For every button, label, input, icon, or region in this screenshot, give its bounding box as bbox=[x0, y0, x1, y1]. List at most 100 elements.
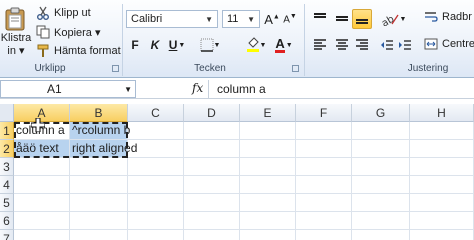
empty-cell[interactable] bbox=[184, 212, 240, 230]
empty-cell[interactable] bbox=[352, 122, 410, 140]
empty-cell[interactable] bbox=[240, 230, 296, 240]
empty-cell[interactable] bbox=[240, 122, 296, 140]
column-header-b[interactable]: B bbox=[70, 104, 128, 122]
underline-button[interactable]: U ▼ bbox=[166, 36, 188, 54]
empty-cell[interactable] bbox=[296, 158, 352, 176]
empty-cell[interactable] bbox=[70, 176, 128, 194]
empty-cell[interactable] bbox=[296, 122, 352, 140]
cell-b2[interactable]: right aligned bbox=[70, 140, 137, 158]
column-header-f[interactable]: F bbox=[296, 104, 352, 122]
wrap-text-button[interactable]: Radbr bbox=[424, 11, 472, 23]
empty-cell[interactable] bbox=[184, 176, 240, 194]
empty-cell[interactable] bbox=[184, 230, 240, 240]
row-header-2[interactable]: 2 bbox=[0, 140, 14, 158]
font-size-combo[interactable]: 11 ▼ bbox=[222, 10, 260, 28]
empty-cell[interactable] bbox=[14, 176, 70, 194]
fill-color-button[interactable]: ▼ bbox=[244, 36, 268, 54]
empty-cell[interactable] bbox=[184, 158, 240, 176]
empty-cell[interactable] bbox=[296, 140, 352, 158]
empty-cell[interactable] bbox=[70, 230, 128, 240]
select-all-corner[interactable] bbox=[0, 104, 14, 122]
empty-cell[interactable] bbox=[296, 194, 352, 212]
empty-cell[interactable] bbox=[14, 158, 70, 176]
row-header-3[interactable]: 3 bbox=[0, 158, 14, 176]
row-header-1[interactable]: 1 bbox=[0, 122, 14, 140]
empty-cell[interactable] bbox=[352, 194, 410, 212]
empty-cell[interactable] bbox=[14, 230, 70, 240]
format-painter-button[interactable]: Hämta format bbox=[36, 44, 121, 58]
column-header-h[interactable]: H bbox=[410, 104, 474, 122]
empty-cell[interactable] bbox=[14, 194, 70, 212]
row-header-6[interactable]: 6 bbox=[0, 212, 14, 230]
empty-cell[interactable] bbox=[128, 176, 184, 194]
column-header-d[interactable]: D bbox=[184, 104, 240, 122]
empty-cell[interactable] bbox=[128, 122, 184, 140]
empty-cell[interactable] bbox=[352, 230, 410, 240]
orientation-button[interactable]: ab ▼ bbox=[378, 10, 408, 28]
empty-cell[interactable] bbox=[296, 176, 352, 194]
empty-cell[interactable] bbox=[410, 230, 474, 240]
align-right-button[interactable] bbox=[352, 36, 372, 54]
row-header-5[interactable]: 5 bbox=[0, 194, 14, 212]
empty-cell[interactable] bbox=[410, 140, 474, 158]
empty-cell[interactable] bbox=[240, 158, 296, 176]
insert-function-icon[interactable]: fx bbox=[192, 81, 203, 95]
font-color-button[interactable]: A ▼ bbox=[272, 36, 296, 54]
empty-cell[interactable] bbox=[240, 140, 296, 158]
empty-cell[interactable] bbox=[14, 212, 70, 230]
align-top-button[interactable] bbox=[310, 10, 330, 28]
empty-cell[interactable] bbox=[128, 140, 184, 158]
empty-cell[interactable] bbox=[128, 194, 184, 212]
align-bottom-button[interactable] bbox=[352, 9, 372, 29]
italic-button[interactable]: K bbox=[148, 36, 162, 54]
empty-cell[interactable] bbox=[410, 176, 474, 194]
align-left-button[interactable] bbox=[310, 36, 330, 54]
font-dialog-launcher[interactable] bbox=[292, 65, 299, 72]
align-center-button[interactable] bbox=[332, 36, 352, 54]
row-header-7[interactable]: 7 bbox=[0, 230, 14, 240]
empty-cell[interactable] bbox=[240, 212, 296, 230]
column-header-g[interactable]: G bbox=[352, 104, 410, 122]
empty-cell[interactable] bbox=[352, 212, 410, 230]
grow-font-button[interactable]: A▲ bbox=[264, 10, 280, 28]
font-name-combo[interactable]: Calibri ▼ bbox=[126, 10, 218, 28]
empty-cell[interactable] bbox=[70, 212, 128, 230]
empty-cell[interactable] bbox=[184, 140, 240, 158]
cell-b1[interactable]: ^rcolumn b bbox=[70, 122, 130, 140]
empty-cell[interactable] bbox=[352, 140, 410, 158]
align-middle-button[interactable] bbox=[332, 10, 352, 28]
merge-center-button[interactable]: Centre bbox=[424, 38, 474, 50]
empty-cell[interactable] bbox=[240, 176, 296, 194]
empty-cell[interactable] bbox=[70, 194, 128, 212]
clipboard-dialog-launcher[interactable] bbox=[112, 65, 119, 72]
empty-cell[interactable] bbox=[296, 230, 352, 240]
empty-cell[interactable] bbox=[410, 194, 474, 212]
bold-button[interactable]: F bbox=[128, 36, 142, 54]
empty-cell[interactable] bbox=[352, 158, 410, 176]
name-box[interactable]: A1 ▼ bbox=[0, 80, 136, 98]
column-header-e[interactable]: E bbox=[240, 104, 296, 122]
cell-a2[interactable]: åäö text bbox=[14, 140, 70, 158]
empty-cell[interactable] bbox=[184, 122, 240, 140]
formula-input[interactable]: column a bbox=[208, 80, 474, 98]
empty-cell[interactable] bbox=[410, 158, 474, 176]
empty-cell[interactable] bbox=[410, 212, 474, 230]
column-header-c[interactable]: C bbox=[128, 104, 184, 122]
increase-indent-button[interactable] bbox=[396, 36, 414, 54]
empty-cell[interactable] bbox=[70, 158, 128, 176]
empty-cell[interactable] bbox=[410, 122, 474, 140]
empty-cell[interactable] bbox=[128, 230, 184, 240]
empty-cell[interactable] bbox=[352, 176, 410, 194]
empty-cell[interactable] bbox=[240, 194, 296, 212]
borders-button[interactable]: ▼ bbox=[196, 36, 224, 54]
empty-cell[interactable] bbox=[128, 212, 184, 230]
empty-cell[interactable] bbox=[128, 158, 184, 176]
row-header-4[interactable]: 4 bbox=[0, 176, 14, 194]
copy-button[interactable]: Kopiera ▾ bbox=[36, 25, 101, 39]
decrease-indent-button[interactable] bbox=[378, 36, 396, 54]
shrink-font-button[interactable]: A▼ bbox=[282, 10, 298, 28]
cut-button[interactable]: Klipp ut bbox=[36, 6, 91, 20]
empty-cell[interactable] bbox=[184, 194, 240, 212]
empty-cell[interactable] bbox=[296, 212, 352, 230]
paste-button[interactable]: Klistra in ▾ bbox=[0, 2, 32, 60]
